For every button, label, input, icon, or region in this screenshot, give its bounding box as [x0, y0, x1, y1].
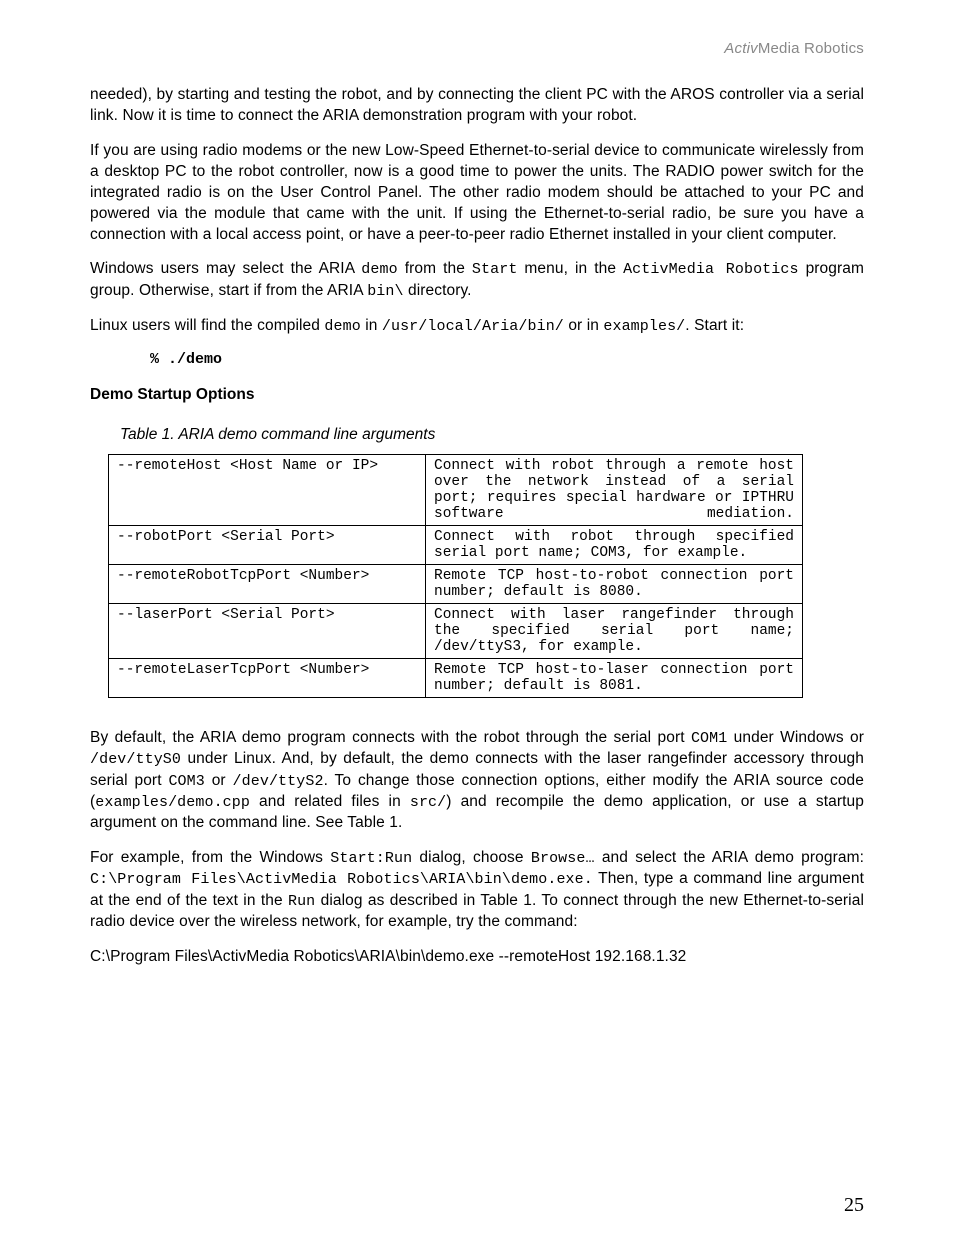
table-row: --robotPort <Serial Port> Connect with r…	[109, 526, 803, 565]
table-row: --remoteHost <Host Name or IP> Connect w…	[109, 455, 803, 526]
paragraph-5: By default, the ARIA demo program connec…	[90, 728, 864, 834]
code: Browse…	[531, 850, 595, 867]
text: . Start it:	[685, 317, 744, 334]
page-header: ActivMedia Robotics	[90, 40, 864, 57]
arg-desc: Remote TCP host-to-laser connection port…	[426, 659, 803, 698]
code: /usr/local/Aria/bin/	[382, 318, 564, 335]
text: from the	[398, 260, 472, 277]
document-page: ActivMedia Robotics needed), by starting…	[0, 0, 954, 1235]
arg-option: --remoteRobotTcpPort <Number>	[109, 565, 426, 604]
text: and related files in	[250, 793, 410, 810]
paragraph-6: For example, from the Windows Start:Run …	[90, 848, 864, 933]
header-brand-rest: Media Robotics	[758, 40, 864, 57]
code: src/	[410, 794, 446, 811]
table-row: --remoteRobotTcpPort <Number> Remote TCP…	[109, 565, 803, 604]
table-caption: Table 1. ARIA demo command line argument…	[120, 426, 864, 444]
text: By default, the ARIA demo program connec…	[90, 729, 691, 746]
arg-desc: Remote TCP host-to-robot connection port…	[426, 565, 803, 604]
text: menu, in the	[517, 260, 623, 277]
code: examples/demo.cpp	[95, 794, 250, 811]
code: C:\Program Files\ActivMedia Robotics\ARI…	[90, 871, 593, 888]
code: bin\	[367, 283, 403, 300]
text: directory.	[404, 282, 472, 299]
paragraph-3: Windows users may select the ARIA demo f…	[90, 259, 864, 302]
paragraph-4: Linux users will find the compiled demo …	[90, 316, 864, 337]
text: and select the ARIA demo program:	[595, 849, 864, 866]
text: Windows users may select the ARIA	[90, 260, 361, 277]
text: For example, from the Windows	[90, 849, 330, 866]
code: examples/	[603, 318, 685, 335]
text: or	[205, 772, 233, 789]
arguments-table: --remoteHost <Host Name or IP> Connect w…	[108, 454, 803, 698]
text: Linux users will find the compiled	[90, 317, 324, 334]
page-number: 25	[844, 1194, 864, 1217]
arg-option: --remoteLaserTcpPort <Number>	[109, 659, 426, 698]
text: or in	[564, 317, 603, 334]
paragraph-2: If you are using radio modems or the new…	[90, 141, 864, 246]
arg-desc: Connect with robot through specified ser…	[426, 526, 803, 565]
section-heading: Demo Startup Options	[90, 386, 864, 404]
code: COM3	[168, 773, 204, 790]
arg-option: --remoteHost <Host Name or IP>	[109, 455, 426, 526]
text: dialog, choose	[412, 849, 531, 866]
code: Start	[472, 261, 518, 278]
paragraph-1: needed), by starting and testing the rob…	[90, 85, 864, 127]
code: /dev/ttyS2	[233, 773, 324, 790]
code: ActivMedia Robotics	[623, 261, 799, 278]
command-line: % ./demo	[150, 351, 864, 368]
paragraph-7: C:\Program Files\ActivMedia Robotics\ARI…	[90, 947, 864, 968]
code: COM1	[691, 730, 727, 747]
arg-desc: Connect with robot through a remote host…	[426, 455, 803, 526]
text: under Windows or	[727, 729, 864, 746]
code: Run	[288, 893, 315, 910]
code: demo	[324, 318, 360, 335]
arg-desc: Connect with laser rangefinder through t…	[426, 604, 803, 659]
arg-option: --laserPort <Serial Port>	[109, 604, 426, 659]
code: Start:Run	[330, 850, 412, 867]
code: demo	[361, 261, 397, 278]
code: /dev/ttyS0	[90, 751, 181, 768]
table-row: --laserPort <Serial Port> Connect with l…	[109, 604, 803, 659]
header-brand-italic: Activ	[724, 40, 758, 57]
table-row: --remoteLaserTcpPort <Number> Remote TCP…	[109, 659, 803, 698]
arg-option: --robotPort <Serial Port>	[109, 526, 426, 565]
text: in	[361, 317, 382, 334]
